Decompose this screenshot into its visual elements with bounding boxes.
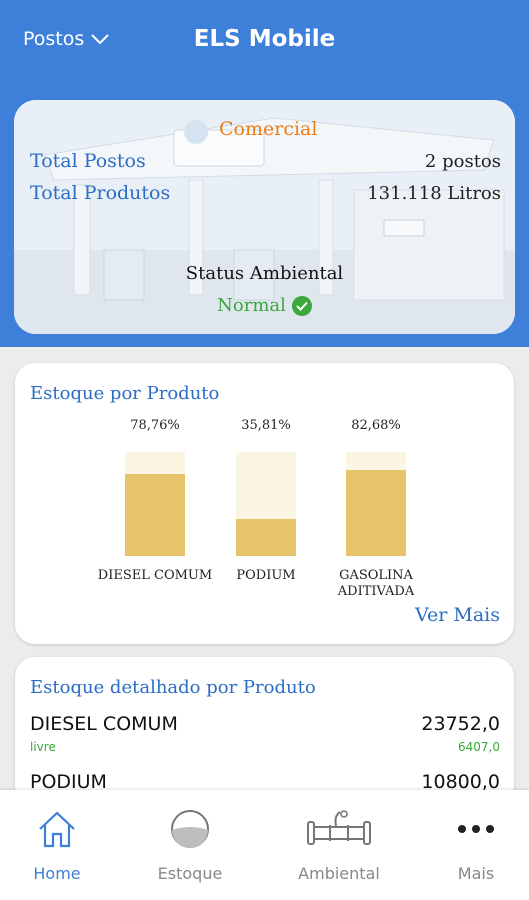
nav-ambiental[interactable]: Ambiental (279, 808, 399, 883)
app-title: ELS Mobile (193, 26, 336, 52)
estoque-produto-card: Estoque por Produto 78,76% DIESEL COMUM 35… (15, 363, 514, 644)
nav-ambiental-label: Ambiental (298, 864, 380, 883)
bar-fill (236, 519, 296, 556)
total-produtos-label: Total Produtos (30, 182, 171, 204)
bar-label-line1: GASOLINA (339, 568, 413, 583)
top-app-bar: Postos ELS Mobile (0, 0, 529, 82)
product-sub-label: livre (30, 740, 56, 754)
company-name: Comercial (219, 118, 318, 140)
product-sub-value: 6407,0 (458, 740, 500, 754)
nav-mais-label: Mais (457, 864, 495, 883)
nav-home[interactable]: Home (0, 808, 117, 883)
bar-percent-label: 35,81% (241, 418, 291, 433)
product-value: 23752,0 (421, 713, 500, 735)
pipe-icon (307, 810, 371, 845)
check-circle-icon (291, 295, 312, 316)
tank-icon (171, 810, 209, 848)
more-dots-icon (458, 825, 494, 833)
home-icon (39, 811, 75, 848)
status-ambiental-label: Status Ambiental (185, 263, 344, 284)
status-ambiental-value: Normal (14, 295, 515, 316)
product-name: DIESEL COMUM (30, 713, 178, 735)
estoque-detalhado-title: Estoque detalhado por Produto (30, 677, 316, 698)
hero-section: Comercial Total Postos 2 postos Total Pr… (0, 82, 529, 347)
bar-fill (125, 474, 185, 556)
bar-label-line2: ADITIVADA (337, 584, 415, 599)
nav-mais[interactable]: Mais (416, 808, 529, 883)
estoque-produto-title: Estoque por Produto (30, 383, 220, 404)
total-produtos-value: 131.118 Litros (367, 183, 501, 204)
nav-home-label: Home (33, 864, 81, 883)
ver-mais-link[interactable]: Ver Mais (415, 604, 500, 626)
total-postos-label: Total Postos (30, 150, 146, 172)
nav-estoque[interactable]: Estoque (130, 808, 250, 883)
bar-percent-label: 78,76% (130, 418, 180, 433)
bar-track (236, 452, 296, 556)
summary-card: Comercial Total Postos 2 postos Total Pr… (14, 100, 515, 334)
bar-product-label: GASOLINA ADITIVADA (311, 568, 441, 600)
bar-track (346, 452, 406, 556)
estoque-detalhado-card: Estoque detalhado por Produto DIESEL COM… (15, 657, 514, 807)
nav-estoque-label: Estoque (157, 864, 223, 883)
bottom-navigation: Home Estoque Ambiental Mais (0, 790, 529, 900)
bar-fill (346, 470, 406, 556)
bar-percent-label: 82,68% (351, 418, 401, 433)
status-text: Normal (217, 295, 286, 316)
total-postos-value: 2 postos (424, 151, 501, 172)
bar-track (125, 452, 185, 556)
